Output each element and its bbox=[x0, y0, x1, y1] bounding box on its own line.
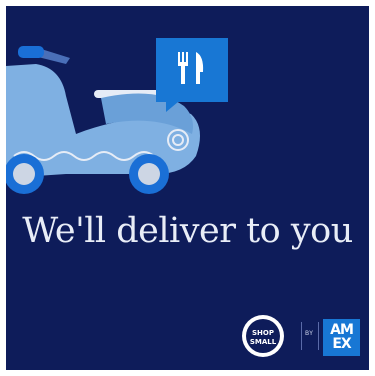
brand-lockup: SHOP SMALL BY AM EX bbox=[241, 314, 361, 358]
amex-logo: AM EX bbox=[323, 319, 360, 356]
badge-line1: SHOP bbox=[252, 329, 274, 337]
amex-line2: EX bbox=[332, 336, 351, 352]
divider bbox=[318, 322, 319, 350]
promo-banner: We'll deliver to you SHOP SMALL BY AM EX bbox=[6, 6, 369, 370]
delivery-box bbox=[156, 38, 228, 112]
by-label: BY bbox=[305, 330, 314, 337]
shop-small-badge: SHOP SMALL bbox=[242, 315, 284, 357]
scooter-illustration bbox=[6, 38, 228, 194]
badge-line2: SMALL bbox=[250, 338, 277, 346]
headline: We'll deliver to you bbox=[22, 211, 353, 251]
amex-line1: AM bbox=[330, 322, 354, 338]
divider bbox=[301, 322, 302, 350]
